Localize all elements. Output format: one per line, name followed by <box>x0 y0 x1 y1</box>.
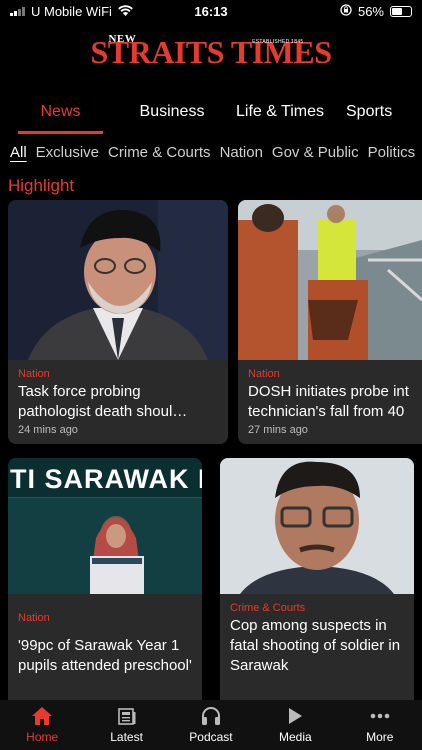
battery-icon <box>390 5 412 17</box>
status-right: 56% <box>340 4 412 19</box>
nav-podcast[interactable]: Podcast <box>169 706 253 744</box>
tab-business[interactable]: Business <box>129 94 215 134</box>
card-category: Crime & Courts <box>230 602 306 614</box>
subtab-gov-public[interactable]: Gov & Public <box>272 144 359 161</box>
banner-text: TI SARAWAK M <box>10 464 202 494</box>
headphones-icon <box>169 706 253 726</box>
nav-more-label: More <box>366 730 394 744</box>
card-category: Nation <box>18 612 50 624</box>
logo-established-text: ESTABLISHED 1845 <box>252 39 304 45</box>
nav-home-label: Home <box>26 730 59 744</box>
logo-new-text: NEW <box>108 33 137 45</box>
card-category: Nation <box>248 368 280 380</box>
nav-latest-label: Latest <box>110 730 143 744</box>
card-title: Cop among suspects in fatal shooting of … <box>230 617 401 674</box>
tab-news-label: News <box>40 103 81 120</box>
battery-percent: 56% <box>357 3 384 19</box>
card-time: 27 mins ago <box>248 424 308 436</box>
nav-more[interactable]: More <box>338 706 422 744</box>
news-card[interactable]: Nation Task force probing pathologist de… <box>8 200 228 444</box>
subtab-all[interactable]: All <box>10 144 27 161</box>
card-title: Task force probing pathologist death sho… <box>18 382 222 422</box>
rescue-team-photo <box>238 200 422 360</box>
tab-sports[interactable]: Sports <box>346 94 406 134</box>
battery-fill <box>392 7 403 15</box>
home-icon <box>0 706 84 726</box>
nav-media[interactable]: Media <box>253 706 337 744</box>
main-tabs: News Business Life & Times Sports <box>0 94 422 134</box>
man-turban-photo <box>8 200 228 360</box>
sub-tabs: All Exclusive Crime & Courts Nation Gov … <box>0 134 422 170</box>
nav-podcast-label: Podcast <box>189 730 233 744</box>
card-title: '99pc of Sarawak Year 1 pupils attended … <box>18 637 192 674</box>
nst-logo[interactable]: NEW ESTABLISHED 1845 STRAITS TIMES <box>90 33 332 69</box>
sarawak-speaker-photo: TI SARAWAK M <box>8 458 202 594</box>
signal-icon <box>10 6 25 16</box>
orientation-lock-icon <box>340 3 352 19</box>
masthead: NEW ESTABLISHED 1845 STRAITS TIMES <box>0 33 422 69</box>
card-title-text: DOSH initiates probe int technician's fa… <box>248 383 409 420</box>
nav-media-label: Media <box>279 730 312 744</box>
tab-life-and-times[interactable]: Life & Times <box>235 94 325 134</box>
subtab-exclusive[interactable]: Exclusive <box>36 144 99 161</box>
subtab-crime-courts[interactable]: Crime & Courts <box>108 144 211 161</box>
wifi-icon <box>118 4 133 19</box>
newspaper-icon <box>85 706 169 726</box>
nav-latest[interactable]: Latest <box>85 706 169 744</box>
carrier-name: U Mobile WiFi <box>31 3 112 19</box>
tab-news[interactable]: News <box>18 94 103 134</box>
card-title: DOSH initiates probe int technician's fa… <box>248 382 422 422</box>
bottom-nav: Home Latest Podcast Media More <box>0 700 422 750</box>
news-card[interactable]: Nation DOSH initiates probe int technici… <box>238 200 422 444</box>
subtab-nation[interactable]: Nation <box>220 144 263 161</box>
more-dots-icon <box>338 706 422 726</box>
subtab-politics[interactable]: Politics <box>368 144 416 161</box>
card-category: Nation <box>18 368 50 380</box>
nav-home[interactable]: Home <box>0 706 84 744</box>
man-glasses-photo <box>220 458 414 594</box>
play-icon <box>253 706 337 726</box>
status-left: U Mobile WiFi <box>10 4 133 19</box>
news-card[interactable]: Crime & Courts Cop among suspects in fat… <box>220 458 414 700</box>
news-card[interactable]: TI SARAWAK M Nation '99pc of Sarawak Yea… <box>8 458 202 700</box>
tab-sports-label: Sports <box>346 103 393 120</box>
card-time: 24 mins ago <box>18 424 78 436</box>
status-bar: U Mobile WiFi 16:13 56% <box>0 0 422 22</box>
section-title: Highlight <box>8 176 75 195</box>
card-title-text: Task force probing pathologist death sho… <box>18 383 188 420</box>
tab-life-and-times-label: Life & Times <box>235 103 325 120</box>
tab-business-label: Business <box>139 103 205 120</box>
